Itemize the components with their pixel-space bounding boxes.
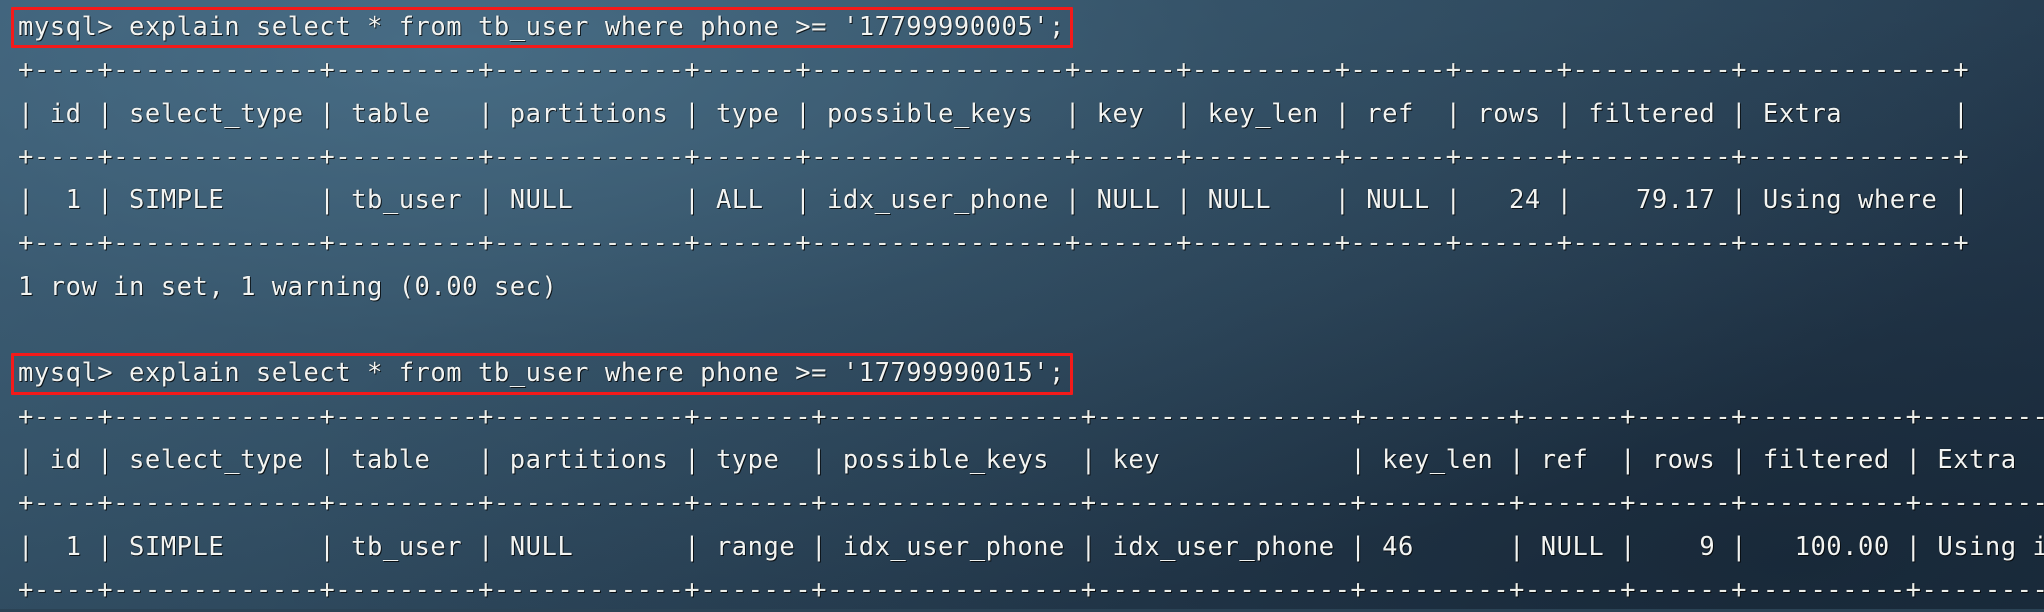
table-data-row-2: | 1 | SIMPLE | tb_user | NULL | range | …: [18, 531, 2044, 562]
table-header-row-2: | id | select_type | table | partitions …: [18, 444, 2017, 475]
command-line-1: mysql> explain select * from tb_user whe…: [11, 6, 2044, 49]
table-rule-mid-2: +----+-------------+---------+----------…: [18, 488, 2044, 519]
sql-command-2[interactable]: mysql> explain select * from tb_user whe…: [18, 358, 1065, 388]
table-rule-top-1: +----+-------------+---------+----------…: [18, 55, 1970, 86]
table-rule-bottom-2: +----+-------------+---------+----------…: [18, 574, 2044, 605]
command-line-2: mysql> explain select * from tb_user whe…: [11, 352, 2044, 395]
command-highlight-box-2: mysql> explain select * from tb_user whe…: [11, 352, 1073, 395]
table-data-row-1: | 1 | SIMPLE | tb_user | NULL | ALL | id…: [18, 185, 1970, 216]
table-rule-bottom-1: +----+-------------+---------+----------…: [18, 228, 1970, 259]
terminal-window: mysql> explain select * from tb_user whe…: [0, 0, 2044, 609]
table-rule-top-2: +----+-------------+---------+----------…: [18, 401, 2044, 432]
sql-command-1[interactable]: mysql> explain select * from tb_user whe…: [18, 12, 1065, 42]
command-highlight-box-1: mysql> explain select * from tb_user whe…: [11, 6, 1073, 49]
result-status-1: 1 row in set, 1 warning (0.00 sec): [18, 271, 558, 302]
table-rule-mid-1: +----+-------------+---------+----------…: [18, 141, 1970, 172]
table-header-row-1: | id | select_type | table | partitions …: [18, 98, 1970, 129]
